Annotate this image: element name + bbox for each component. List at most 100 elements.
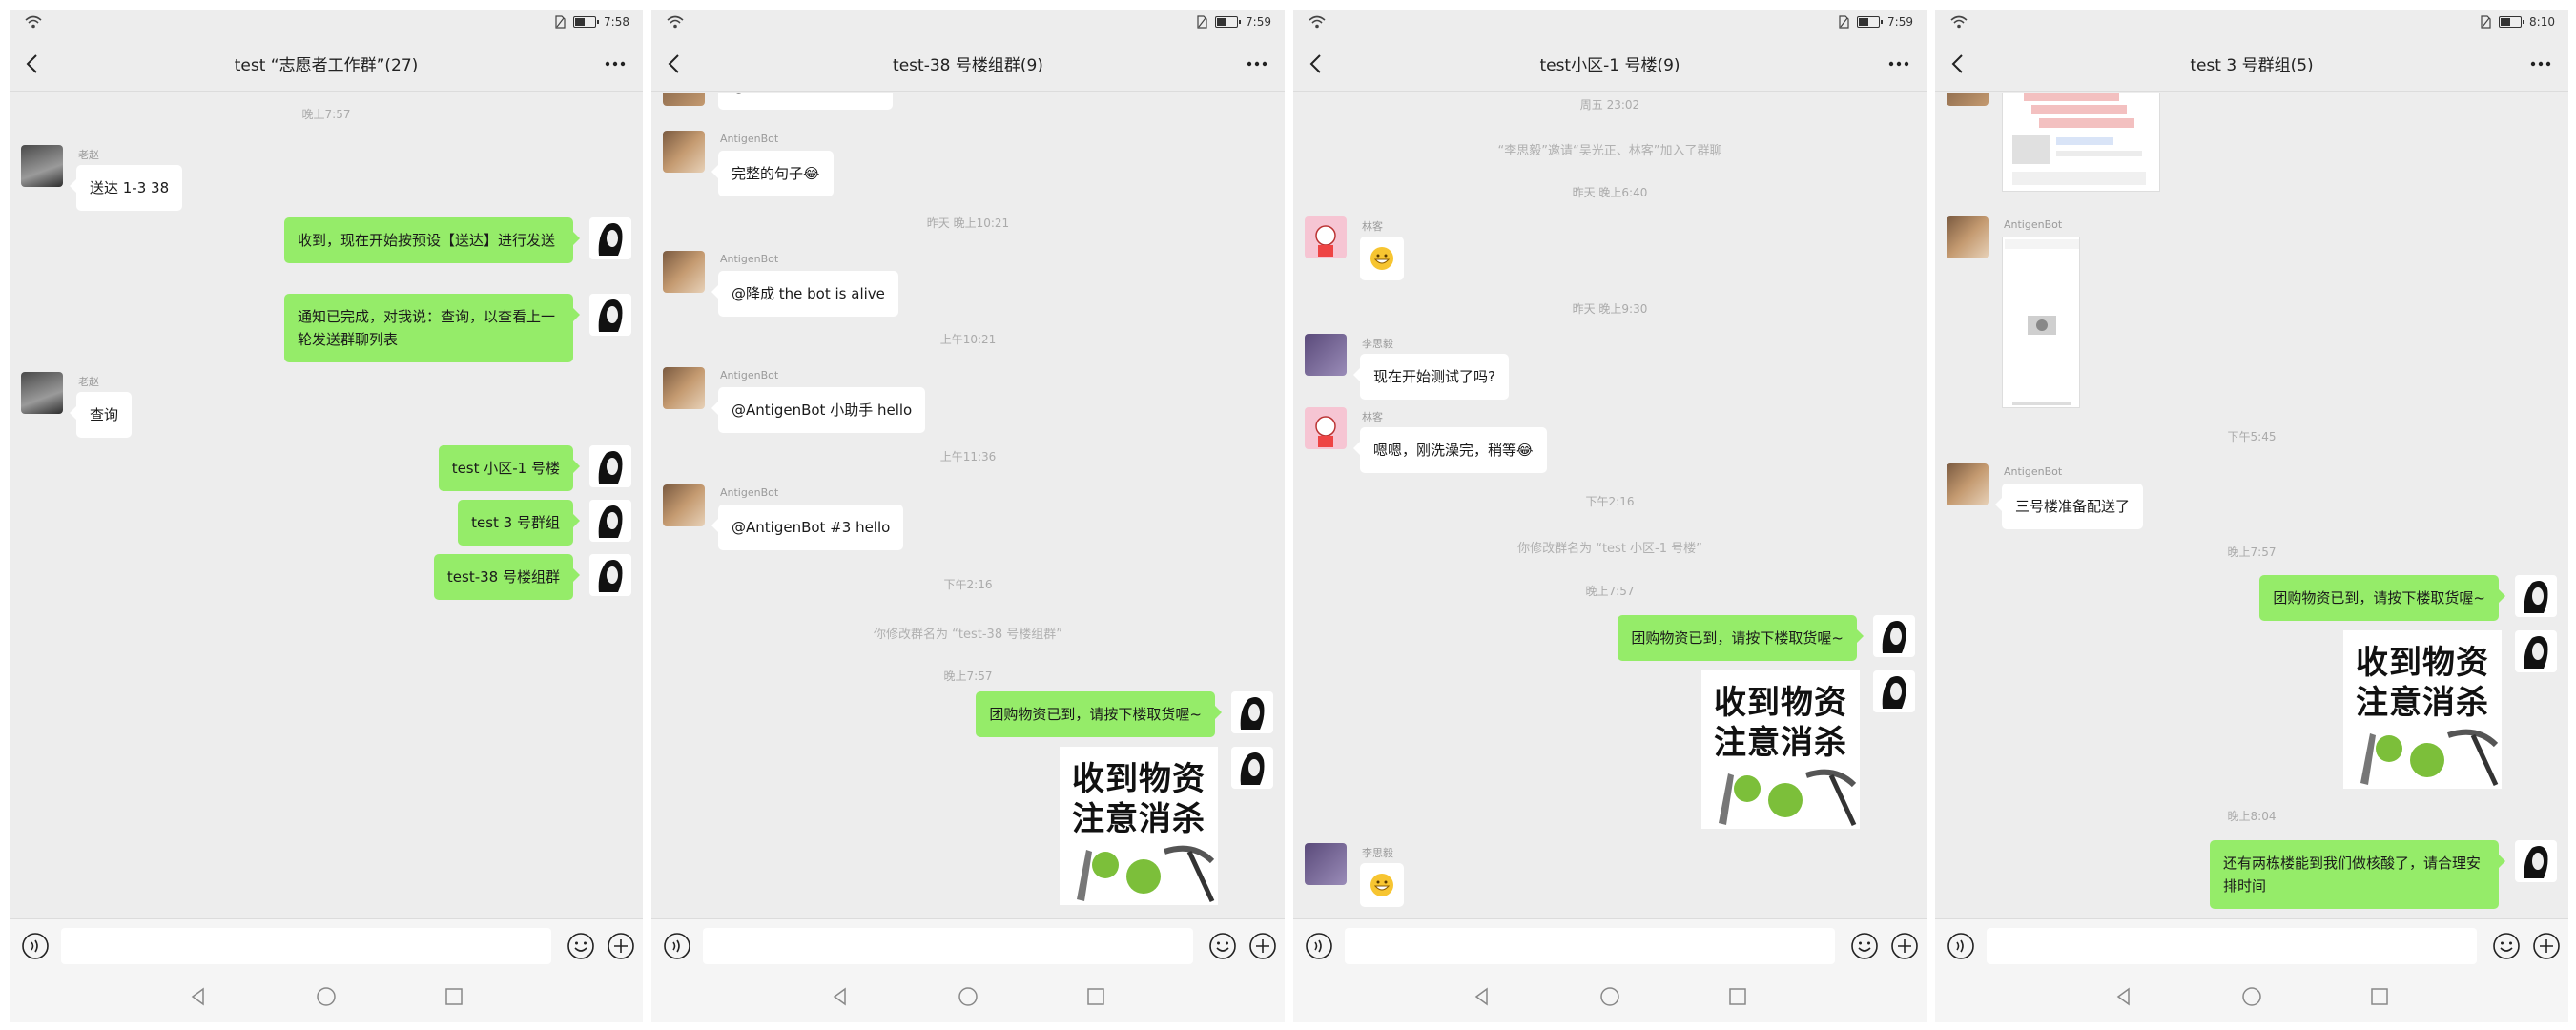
chat-screen-2: 7:59 test-38 号楼组群(9) @丁香 你想要什么回答 Antigen… <box>651 10 1285 1022</box>
message-list[interactable]: 周五 23:02 “李思毅”邀请“吴光正、林客”加入了群聊 昨天 晚上6:40 … <box>1293 93 1927 918</box>
message-bubble[interactable]: 送达 1-3 38 <box>69 165 183 211</box>
emoji-message[interactable] <box>1360 237 1404 280</box>
more-icon[interactable] <box>2526 52 2555 76</box>
nav-recents-icon[interactable] <box>443 985 465 1008</box>
voice-icon[interactable] <box>663 932 691 960</box>
message-bubble[interactable]: @降成 the bot is alive <box>711 271 898 317</box>
avatar[interactable] <box>663 131 705 173</box>
avatar[interactable] <box>1305 334 1347 376</box>
nav-recents-icon[interactable] <box>1726 985 1749 1008</box>
nav-home-icon[interactable] <box>957 985 979 1008</box>
image-message[interactable] <box>2002 237 2080 408</box>
avatar[interactable] <box>1231 747 1273 789</box>
emoji-icon[interactable] <box>2492 932 2521 960</box>
avatar[interactable] <box>589 217 631 259</box>
avatar[interactable] <box>2515 840 2557 882</box>
back-icon[interactable] <box>663 52 688 76</box>
nav-back-icon[interactable] <box>829 985 852 1008</box>
emoji-icon[interactable] <box>1850 932 1879 960</box>
message-input[interactable] <box>1987 928 2477 964</box>
avatar[interactable] <box>663 367 705 409</box>
avatar[interactable] <box>1305 216 1347 258</box>
sticker-message[interactable]: 收到物资 注意消杀 <box>1701 670 1860 829</box>
avatar[interactable] <box>589 554 631 596</box>
avatar[interactable] <box>589 294 631 336</box>
sticker-message[interactable]: 收到物资 注意消杀 <box>1060 747 1218 905</box>
message-bubble[interactable]: test 小区-1 号楼 <box>438 445 581 491</box>
avatar[interactable] <box>2515 575 2557 617</box>
nav-home-icon[interactable] <box>1598 985 1621 1008</box>
avatar[interactable] <box>1947 464 1989 505</box>
voice-icon[interactable] <box>1947 932 1975 960</box>
message-bubble[interactable]: 团购物资已到，请按下楼取货喔~ <box>2259 575 2505 621</box>
message-bubble[interactable]: 三号楼准备配送了 <box>1994 484 2144 529</box>
message-list[interactable]: AntigenBot 下午5:45 AntigenBot 三号楼准备配送了 晚上… <box>1935 93 2568 918</box>
message-bubble[interactable]: @AntigenBot #3 hello <box>711 505 904 550</box>
message-list[interactable]: 晚上7:57 老赵 送达 1-3 38 收到，现在开始按预设【送达】进行发送 通… <box>10 93 643 918</box>
back-icon[interactable] <box>1947 52 1971 76</box>
avatar[interactable] <box>663 93 705 106</box>
chat-title: test小区-1 号楼(9) <box>1539 56 1680 75</box>
message-bubble[interactable]: test 3 号群组 <box>458 500 580 546</box>
sender-name: 老赵 <box>78 149 99 161</box>
back-icon[interactable] <box>1305 52 1329 76</box>
avatar[interactable] <box>663 484 705 526</box>
message-bubble[interactable]: @AntigenBot 小助手 hello <box>711 387 926 433</box>
avatar[interactable] <box>1305 843 1347 885</box>
image-message[interactable] <box>2002 93 2160 192</box>
nav-back-icon[interactable] <box>187 985 210 1008</box>
plus-icon[interactable] <box>1248 932 1277 960</box>
avatar[interactable] <box>21 145 63 187</box>
sticker-message[interactable]: 收到物资 注意消杀 <box>2343 630 2502 789</box>
avatar[interactable] <box>589 500 631 542</box>
voice-icon[interactable] <box>21 932 50 960</box>
message-input[interactable] <box>703 928 1193 964</box>
message-list[interactable]: @丁香 你想要什么回答 AntigenBot 完整的句子😂 昨天 晚上10:21… <box>651 93 1285 918</box>
message-input[interactable] <box>61 928 551 964</box>
plus-icon[interactable] <box>2532 932 2561 960</box>
message-bubble[interactable]: test-38 号楼组群 <box>433 554 581 600</box>
avatar[interactable] <box>1873 615 1915 657</box>
avatar[interactable] <box>2515 630 2557 672</box>
avatar[interactable] <box>1231 691 1273 733</box>
nav-home-icon[interactable] <box>2240 985 2263 1008</box>
voice-icon[interactable] <box>1305 932 1333 960</box>
plus-icon[interactable] <box>1890 932 1919 960</box>
timestamp: 下午2:16 <box>943 578 993 591</box>
more-icon[interactable] <box>1243 52 1271 76</box>
avatar[interactable] <box>1873 670 1915 712</box>
avatar[interactable] <box>1947 93 1989 106</box>
avatar[interactable] <box>1305 407 1347 449</box>
sim-icon <box>555 15 566 29</box>
message-bubble[interactable]: 团购物资已到，请按下楼取货喔~ <box>1618 615 1864 661</box>
more-icon[interactable] <box>601 52 629 76</box>
timestamp: 周五 23:02 <box>1579 98 1640 112</box>
nav-home-icon[interactable] <box>315 985 338 1008</box>
status-bar: 7:59 <box>651 10 1285 36</box>
message-bubble[interactable]: 还有两栋楼能到我们做核酸了，请合理安排时间 <box>2210 840 2505 909</box>
message-bubble[interactable]: 收到，现在开始按预设【送达】进行发送 <box>284 217 580 263</box>
message-bubble[interactable]: 通知已完成，对我说：查询，以查看上一轮发送群聊列表 <box>284 294 580 362</box>
avatar[interactable] <box>1947 216 1989 258</box>
nav-back-icon[interactable] <box>1471 985 1494 1008</box>
back-icon[interactable] <box>21 52 46 76</box>
message-bubble[interactable]: 现在开始测试了吗? <box>1353 354 1509 400</box>
avatar[interactable] <box>21 372 63 414</box>
nav-recents-icon[interactable] <box>1084 985 1107 1008</box>
message-bubble[interactable]: 团购物资已到，请按下楼取货喔~ <box>976 691 1222 737</box>
message-bubble[interactable]: 嗯嗯，刚洗澡完，稍等😂 <box>1353 427 1547 473</box>
more-icon[interactable] <box>1885 52 1913 76</box>
avatar[interactable] <box>589 445 631 487</box>
message-bubble[interactable]: @丁香 你想要什么回答 <box>718 93 893 110</box>
message-input[interactable] <box>1345 928 1835 964</box>
emoji-message[interactable] <box>1360 863 1404 907</box>
message-bubble[interactable]: 完整的句子😂 <box>711 151 834 196</box>
emoji-icon[interactable] <box>1208 932 1237 960</box>
message-bubble[interactable]: 查询 <box>69 392 133 438</box>
emoji-icon[interactable] <box>567 932 595 960</box>
avatar[interactable] <box>663 251 705 293</box>
nav-recents-icon[interactable] <box>2368 985 2391 1008</box>
plus-icon[interactable] <box>607 932 635 960</box>
nav-back-icon[interactable] <box>2112 985 2135 1008</box>
status-bar: 7:59 <box>1293 10 1927 36</box>
